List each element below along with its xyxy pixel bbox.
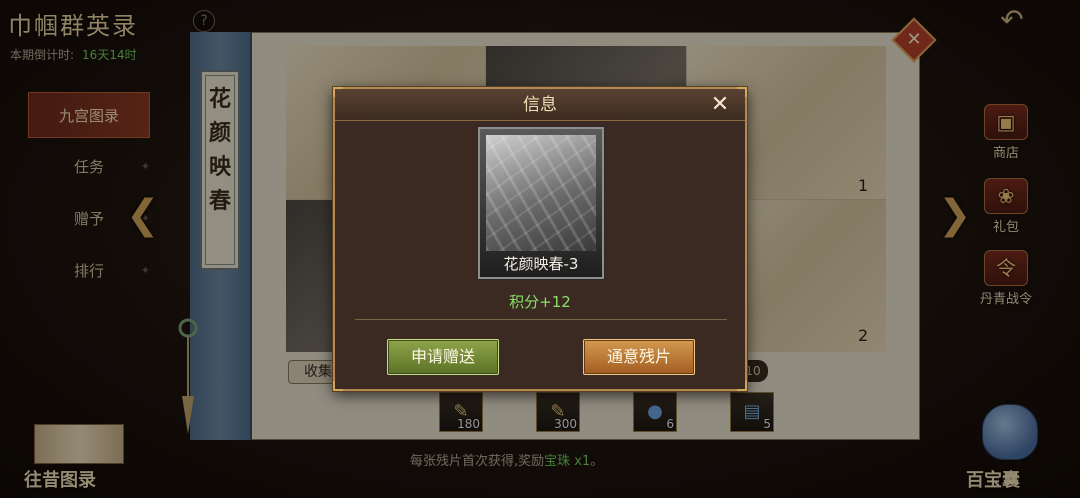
frame-corner-ornament <box>333 87 343 97</box>
fragment-image <box>486 135 596 251</box>
fragment-card: 花颜映春-3 <box>477 126 605 280</box>
fragment-name: 花颜映春-3 <box>503 255 579 273</box>
points-reward: 积分+12 <box>509 293 571 311</box>
exchange-fragment-button[interactable]: 通意残片 <box>583 339 695 375</box>
info-dialog: 信息 ✕ 花颜映春-3 积分+12 申请赠送 通意残片 <box>333 87 747 391</box>
frame-corner-ornament <box>737 87 747 97</box>
request-gift-button[interactable]: 申请赠送 <box>387 339 499 375</box>
frame-corner-ornament <box>737 381 747 391</box>
dialog-title: 信息 <box>523 95 557 115</box>
frame-corner-ornament <box>333 381 343 391</box>
divider <box>355 319 727 320</box>
dialog-close-button[interactable]: ✕ <box>707 91 733 119</box>
